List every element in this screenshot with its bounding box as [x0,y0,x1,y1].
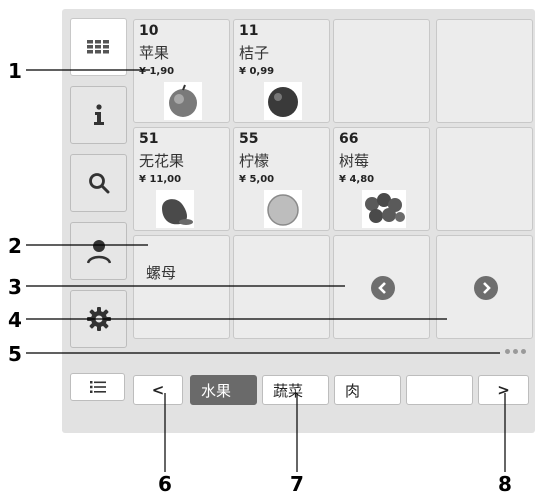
callout-7: 7 [290,472,304,496]
callout-1: 1 [8,59,22,83]
callout-8: 8 [498,472,512,496]
callout-3: 3 [8,275,22,299]
callout-6: 6 [158,472,172,496]
callout-5: 5 [8,342,22,366]
callout-lines [26,69,506,472]
callout-2: 2 [8,234,22,258]
callout-4: 4 [8,308,22,332]
